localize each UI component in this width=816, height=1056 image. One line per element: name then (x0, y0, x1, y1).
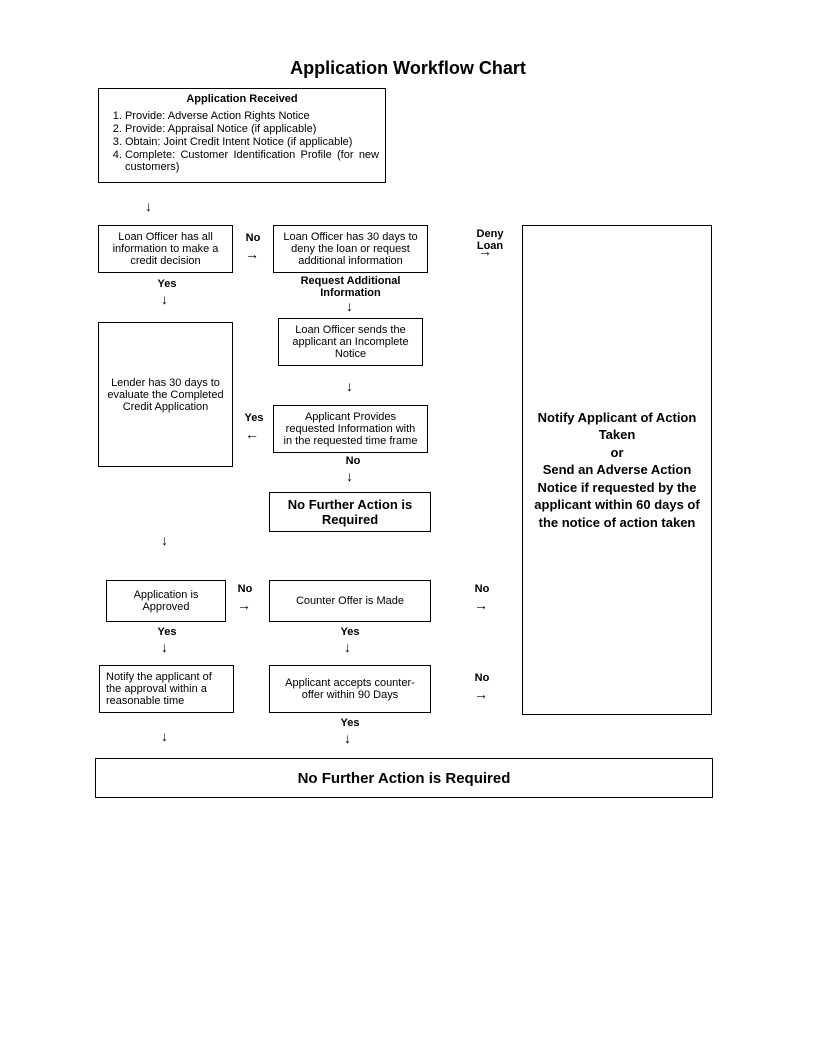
box-app-approved: Application is Approved (106, 580, 226, 622)
label-no: No (240, 232, 266, 244)
box-no-further-1: No Further Action is Required (269, 492, 431, 532)
arrow-down-icon: ↓ (346, 468, 353, 484)
box-incomplete-notice: Loan Officer sends the applicant an Inco… (278, 318, 423, 366)
item-3: Obtain: Joint Credit Intent Notice (if a… (125, 136, 379, 148)
box-big-notify: Notify Applicant of Action Taken or Send… (522, 225, 712, 715)
box-lender-30: Lender has 30 days to evaluate the Compl… (98, 322, 233, 467)
label-yes: Yes (152, 278, 182, 290)
label-no: No (471, 583, 493, 595)
box-notify-applicant: Notify the applicant of the approval wit… (99, 665, 234, 713)
label-yes: Yes (335, 717, 365, 729)
arrow-down-icon: ↓ (145, 198, 152, 214)
box-counter-offer: Counter Offer is Made (269, 580, 431, 622)
arrow-down-icon: ↓ (161, 639, 168, 655)
arrow-down-icon: ↓ (161, 291, 168, 307)
header-application-received: Application Received (105, 93, 379, 105)
label-yes: Yes (240, 412, 268, 424)
arrow-down-icon: ↓ (161, 532, 168, 548)
label-no: No (234, 583, 256, 595)
box-applicant-provides: Applicant Provides requested Information… (273, 405, 428, 453)
label-yes: Yes (152, 626, 182, 638)
box-loan-officer-30: Loan Officer has 30 days to deny the loa… (273, 225, 428, 273)
label-no: No (471, 672, 493, 684)
item-4: Complete: Customer Identification Profil… (125, 149, 379, 173)
box-application-received: Application Received Provide: Adverse Ac… (98, 88, 386, 183)
arrow-down-icon: ↓ (344, 730, 351, 746)
page-title: Application Workflow Chart (0, 58, 816, 79)
arrow-down-icon: ↓ (161, 728, 168, 744)
item-1: Provide: Adverse Action Rights Notice (125, 110, 379, 122)
arrow-right-icon: → (245, 246, 259, 262)
item-2: Provide: Appraisal Notice (if applicable… (125, 123, 379, 135)
box-applicant-accepts: Applicant accepts counter-offer within 9… (269, 665, 431, 713)
box-no-further-2: No Further Action is Required (95, 758, 713, 798)
arrow-down-icon: ↓ (344, 639, 351, 655)
arrow-right-icon: → (474, 686, 488, 702)
arrow-right-icon: → (478, 243, 492, 259)
arrow-right-icon: → (474, 597, 488, 613)
label-request-additional: Request Additional Information (273, 275, 428, 299)
label-yes: Yes (335, 626, 365, 638)
box-loan-officer-all: Loan Officer has all information to make… (98, 225, 233, 273)
arrow-down-icon: ↓ (346, 378, 353, 394)
label-no: No (342, 455, 364, 467)
arrow-right-icon: → (237, 597, 251, 613)
arrow-down-icon: ↓ (346, 298, 353, 314)
arrow-left-icon: ← (245, 426, 259, 442)
